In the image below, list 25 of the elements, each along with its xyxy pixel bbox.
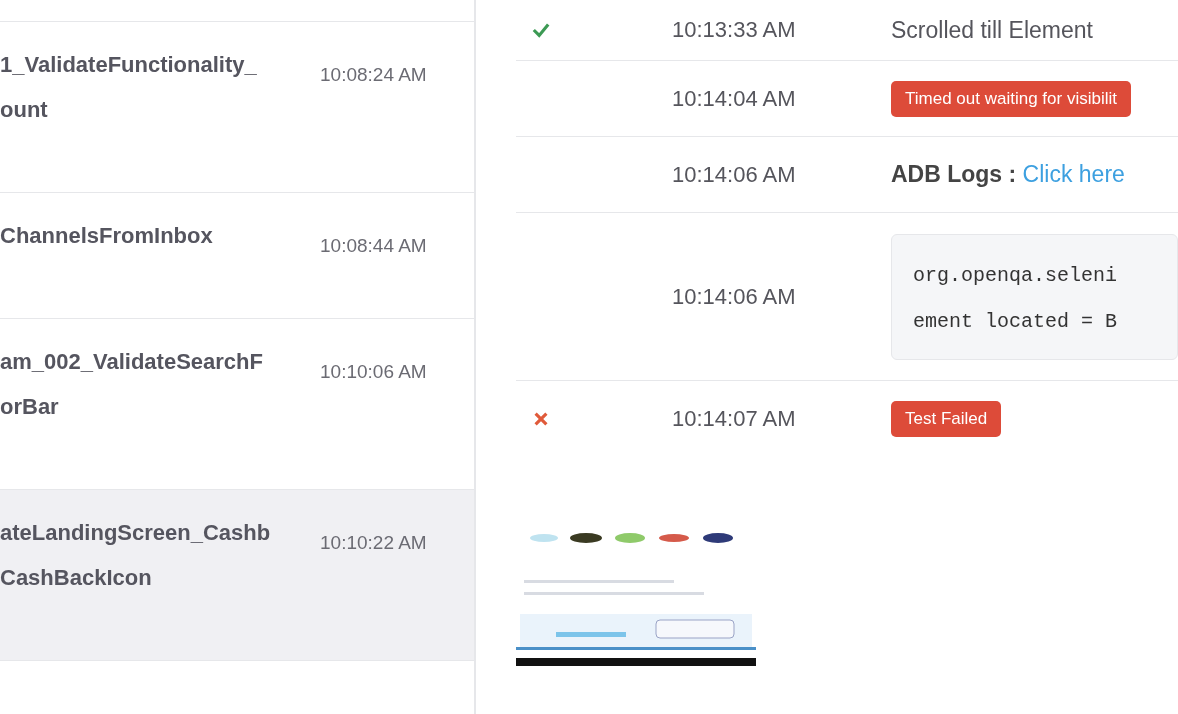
status-badge: Timed out waiting for visibilit <box>891 80 1131 117</box>
log-time: 10:14:04 AM <box>672 85 797 112</box>
log-label: ADB Logs : <box>891 161 1017 187</box>
test-name: am_002_ValidateSearchF <box>0 348 264 376</box>
log-message: Scrolled till Element <box>891 16 1093 43</box>
test-name: ateLandingScreen_Cashb <box>0 519 272 547</box>
test-item[interactable]: ChannelsFromInbox 10:08:44 AM <box>0 193 474 319</box>
test-name: ount <box>0 96 49 124</box>
test-item[interactable]: 1_ValidateFunctionality_ ount 10:08:24 AM <box>0 22 474 193</box>
test-name: CashBackIcon <box>0 564 153 592</box>
code-line: ement located = B <box>913 308 1119 335</box>
test-name: orBar <box>0 393 60 421</box>
test-item[interactable]: ateLandingScreen_Cashb CashBackIcon 10:10:22 AM <box>0 490 474 661</box>
log-time: 10:13:33 AM <box>672 17 797 43</box>
test-name: 1_ValidateFunctionality_ <box>0 51 258 79</box>
code-line: org.openqa.seleni <box>913 262 1119 289</box>
test-time: 10:08:24 AM <box>320 63 427 87</box>
test-name: ChannelsFromInbox <box>0 222 214 250</box>
test-time: 10:10:06 AM <box>320 360 427 384</box>
log-time: 10:14:06 AM <box>672 161 797 188</box>
test-time: 10:08:44 AM <box>320 234 427 258</box>
test-time: 10:10:22 AM <box>320 531 427 555</box>
status-badge: Test Failed <box>891 400 1002 437</box>
log-time: 10:14:07 AM <box>672 405 797 432</box>
log-time: 10:14:06 AM <box>672 283 797 310</box>
